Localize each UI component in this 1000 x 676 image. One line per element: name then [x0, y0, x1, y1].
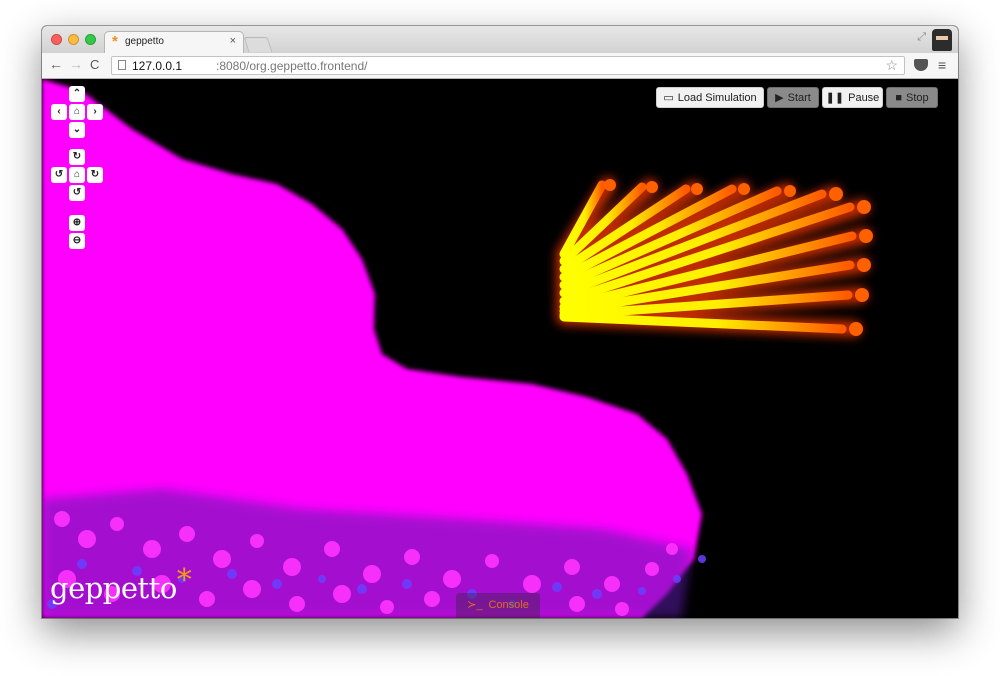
- url-path: :8080/org.geppetto.frontend/: [216, 59, 368, 73]
- console-button[interactable]: ≻_ Console: [456, 593, 540, 618]
- chevron-down-icon: ⌄: [72, 124, 82, 135]
- menu-icon[interactable]: ≡: [938, 57, 946, 73]
- rotate-right-button[interactable]: ↻: [87, 167, 103, 183]
- logo-text: geppetto: [50, 571, 177, 605]
- url-host: 127.0.0.1: [132, 59, 183, 73]
- simulation-canvas[interactable]: ⌃ ‹ ⌂ › ⌄ ↻ ↺ ⌂ ↻ ↺ ⊕ ⊖ ▭ Load Simulation…: [42, 79, 958, 618]
- zoom-in-icon: ⊕: [72, 217, 82, 228]
- zoom-out-button[interactable]: ⊖: [69, 233, 85, 249]
- pan-right-button[interactable]: ›: [87, 104, 103, 120]
- console-label: Console: [488, 599, 529, 611]
- stop-button[interactable]: ■ Stop: [886, 87, 938, 108]
- home-icon: ⌂: [73, 106, 81, 117]
- page-icon: [118, 60, 126, 70]
- forward-arrow-icon[interactable]: →: [69, 56, 83, 72]
- stop-label: Stop: [906, 92, 929, 104]
- profile-avatar-icon[interactable]: [932, 29, 952, 51]
- start-label: Start: [787, 92, 811, 104]
- tab-close-icon[interactable]: ×: [230, 35, 236, 47]
- pause-label: Pause: [848, 92, 880, 104]
- geppetto-logo: geppetto*: [50, 563, 192, 606]
- home-icon: ⌂: [73, 169, 81, 180]
- start-button[interactable]: ▶ Start: [767, 87, 819, 108]
- rotate-left-icon: ↺: [54, 169, 64, 180]
- tab-strip: * geppetto × ⤢: [42, 26, 958, 53]
- tab-title: geppetto: [125, 36, 164, 47]
- rotate-right-icon: ↻: [90, 169, 100, 180]
- folder-icon: ▭: [663, 92, 674, 104]
- reload-icon[interactable]: C: [90, 57, 99, 72]
- maximize-window-button[interactable]: [85, 34, 96, 45]
- pan-left-button[interactable]: ‹: [51, 104, 67, 120]
- logo-star-icon: *: [176, 563, 192, 598]
- tab-geppetto[interactable]: * geppetto ×: [104, 31, 244, 53]
- pan-down-button[interactable]: ⌄: [69, 122, 85, 138]
- rotate-down-button[interactable]: ↺: [69, 185, 85, 201]
- close-window-button[interactable]: [51, 34, 62, 45]
- chevron-left-icon: ‹: [57, 106, 61, 117]
- pause-button[interactable]: ❚❚ Pause: [822, 87, 883, 108]
- bookmark-star-icon[interactable]: ☆: [885, 57, 898, 74]
- address-bar[interactable]: 127.0.0.1 :8080/org.geppetto.frontend/ ☆: [111, 56, 905, 75]
- fullscreen-icon[interactable]: ⤢: [917, 31, 926, 44]
- minimize-window-button[interactable]: [68, 34, 79, 45]
- load-simulation-label: Load Simulation: [677, 92, 757, 104]
- zoom-in-button[interactable]: ⊕: [69, 215, 85, 231]
- back-arrow-icon[interactable]: ←: [49, 56, 63, 72]
- pocket-icon[interactable]: [914, 59, 928, 71]
- stop-icon: ■: [895, 92, 902, 104]
- chevron-up-icon: ⌃: [72, 88, 82, 99]
- chevron-right-icon: ›: [93, 106, 97, 117]
- browser-toolbar: ← → C 127.0.0.1 :8080/org.geppetto.front…: [42, 53, 958, 79]
- terminal-icon: ≻_: [467, 599, 483, 611]
- load-simulation-button[interactable]: ▭ Load Simulation: [656, 87, 764, 108]
- rotate-down-icon: ↺: [72, 187, 82, 198]
- rotate-up-icon: ↻: [72, 151, 82, 162]
- rotate-up-button[interactable]: ↻: [69, 149, 85, 165]
- pan-home-button[interactable]: ⌂: [69, 104, 85, 120]
- geppetto-favicon-icon: *: [112, 33, 118, 50]
- browser-window: * geppetto × ⤢ ← → C 127.0.0.1 :8080/org…: [42, 26, 958, 618]
- rotate-left-button[interactable]: ↺: [51, 167, 67, 183]
- particle-scene: [42, 79, 873, 618]
- rotate-home-button[interactable]: ⌂: [69, 167, 85, 183]
- pan-up-button[interactable]: ⌃: [69, 86, 85, 102]
- zoom-out-icon: ⊖: [72, 235, 82, 246]
- new-tab-button[interactable]: [243, 37, 273, 52]
- pause-icon: ❚❚: [825, 92, 845, 104]
- play-icon: ▶: [775, 92, 784, 104]
